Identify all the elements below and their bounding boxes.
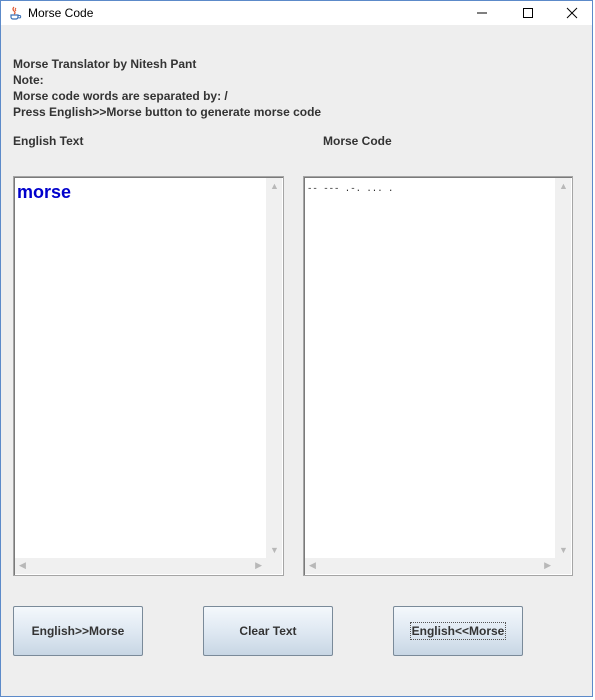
morse-text-value: -- --- .-. ... .: [307, 184, 394, 194]
minimize-button[interactable]: [459, 1, 505, 25]
morse-to-english-button[interactable]: English<<Morse: [393, 606, 523, 656]
morse-code-label: Morse Code: [323, 134, 392, 148]
info-line-separator: Morse code words are separated by: /: [13, 89, 228, 103]
java-icon: [7, 5, 23, 21]
chevron-up-icon[interactable]: ▲: [559, 181, 568, 191]
maximize-icon: [523, 8, 533, 18]
chevron-right-icon[interactable]: ▶: [255, 560, 262, 570]
english-scroll-pane: morse ▲ ▼ ◀ ▶: [13, 176, 284, 576]
minimize-icon: [477, 12, 487, 14]
english-text-value: morse: [17, 182, 72, 202]
chevron-down-icon[interactable]: ▼: [270, 545, 279, 555]
chevron-down-icon[interactable]: ▼: [559, 545, 568, 555]
info-text: Morse Translator by Nitesh Pant Note: Mo…: [13, 56, 321, 120]
close-button[interactable]: [549, 1, 595, 25]
info-line-note: Note:: [13, 73, 44, 87]
chevron-right-icon[interactable]: ▶: [544, 560, 551, 570]
maximize-button[interactable]: [505, 1, 551, 25]
info-line-title: Morse Translator by Nitesh Pant: [13, 57, 197, 71]
morse-text-area[interactable]: -- --- .-. ... .: [305, 178, 555, 558]
morse-horizontal-scrollbar[interactable]: ◀ ▶: [305, 558, 555, 574]
english-vertical-scrollbar[interactable]: ▲ ▼: [266, 178, 282, 558]
main-window: Morse Code Morse Translator by Nitesh Pa…: [0, 0, 593, 697]
window-title: Morse Code: [28, 6, 94, 20]
english-text-label: English Text: [13, 134, 84, 148]
scroll-corner: [266, 558, 282, 574]
info-line-instruction: Press English>>Morse button to generate …: [13, 105, 322, 119]
english-to-morse-label: English>>Morse: [31, 624, 125, 638]
clear-text-button[interactable]: Clear Text: [203, 606, 333, 656]
clear-text-label: Clear Text: [239, 624, 297, 638]
chevron-up-icon[interactable]: ▲: [270, 181, 279, 191]
morse-vertical-scrollbar[interactable]: ▲ ▼: [555, 178, 571, 558]
chevron-left-icon[interactable]: ◀: [19, 560, 26, 570]
english-text-area[interactable]: morse: [15, 178, 266, 558]
scroll-corner: [555, 558, 571, 574]
morse-scroll-pane: -- --- .-. ... . ▲ ▼ ◀ ▶: [303, 176, 573, 576]
english-to-morse-button[interactable]: English>>Morse: [13, 606, 143, 656]
chevron-left-icon[interactable]: ◀: [309, 560, 316, 570]
close-icon: [566, 7, 578, 19]
english-horizontal-scrollbar[interactable]: ◀ ▶: [15, 558, 266, 574]
morse-to-english-label: English<<Morse: [409, 622, 507, 640]
title-bar[interactable]: Morse Code: [1, 1, 592, 25]
